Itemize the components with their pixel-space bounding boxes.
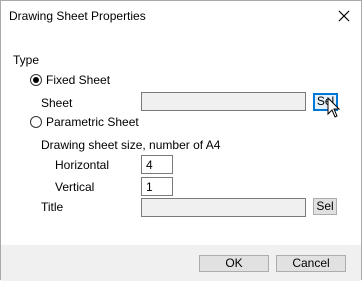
title-field[interactable]: [141, 198, 306, 217]
sheet-label: Sheet: [41, 96, 73, 110]
fixed-sheet-radio[interactable]: [30, 74, 42, 86]
dialog-footer: OK Cancel: [1, 245, 361, 281]
close-icon: [338, 10, 350, 22]
ok-button[interactable]: OK: [199, 255, 269, 272]
sheet-size-label: Drawing sheet size, number of A4: [41, 138, 221, 152]
sheet-field[interactable]: [141, 92, 306, 111]
radio-selected-dot: [33, 77, 39, 83]
fixed-sheet-label[interactable]: Fixed Sheet: [46, 73, 110, 87]
parametric-sheet-radio[interactable]: [30, 116, 42, 128]
horizontal-input[interactable]: 4: [141, 155, 173, 174]
title-select-button[interactable]: Sel: [313, 198, 337, 215]
parametric-sheet-label[interactable]: Parametric Sheet: [46, 115, 139, 129]
drawing-sheet-properties-dialog: Drawing Sheet Properties Type Fixed Shee…: [0, 0, 362, 281]
mouse-cursor-icon: [327, 97, 341, 118]
title-bar: Drawing Sheet Properties: [1, 1, 361, 31]
horizontal-label: Horizontal: [55, 158, 110, 172]
cancel-button[interactable]: Cancel: [276, 255, 346, 272]
type-group-label: Type: [13, 53, 40, 67]
title-label: Title: [41, 200, 64, 214]
vertical-label: Vertical: [55, 180, 95, 194]
close-button[interactable]: [333, 5, 355, 27]
vertical-input[interactable]: 1: [141, 177, 173, 196]
dialog-title: Drawing Sheet Properties: [9, 9, 146, 23]
